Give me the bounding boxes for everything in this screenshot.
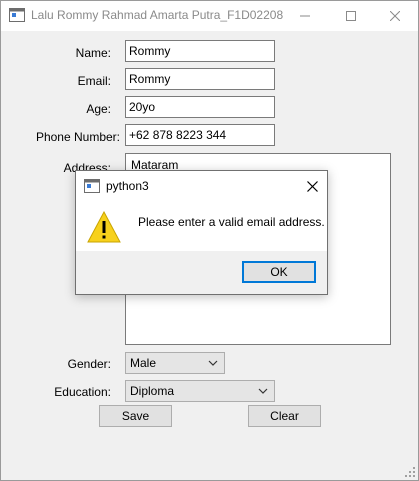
save-button[interactable]: Save	[99, 405, 172, 427]
phone-input[interactable]: +62 878 8223 344	[125, 124, 275, 146]
email-input[interactable]: Rommy	[125, 68, 275, 90]
education-label: Education:	[54, 385, 111, 399]
minimize-icon	[300, 15, 310, 17]
close-icon	[306, 180, 318, 192]
education-select[interactable]: Diploma	[125, 380, 275, 402]
close-button[interactable]	[372, 1, 418, 31]
maximize-button[interactable]	[328, 1, 374, 31]
maximize-icon	[346, 11, 356, 21]
dialog-close-button[interactable]	[297, 171, 327, 201]
chevron-down-icon	[208, 360, 218, 366]
age-label: Age:	[86, 102, 111, 116]
app-icon	[84, 179, 100, 193]
chevron-down-icon	[258, 388, 268, 394]
window-title: Lalu Rommy Rahmad Amarta Putra_F1D02208	[31, 8, 284, 22]
email-label: Email:	[77, 74, 111, 88]
ok-button[interactable]: OK	[242, 261, 316, 283]
gender-label: Gender:	[67, 357, 111, 371]
phone-label: Phone Number:	[35, 130, 120, 144]
clear-button[interactable]: Clear	[248, 405, 321, 427]
resize-grip-icon[interactable]	[404, 466, 416, 478]
dialog-message: Please enter a valid email address.	[138, 215, 325, 229]
warning-icon	[87, 211, 121, 243]
app-icon	[9, 8, 25, 22]
age-input[interactable]: 20yo	[125, 96, 275, 118]
close-icon	[390, 11, 400, 21]
message-dialog: python3 Please enter a valid email addre…	[75, 170, 328, 295]
dialog-title-bar[interactable]: python3	[76, 171, 327, 201]
gender-select-value: Male	[130, 356, 157, 370]
minimize-button[interactable]	[282, 1, 328, 31]
dialog-title: python3	[106, 179, 149, 193]
gender-select[interactable]: Male	[125, 352, 225, 374]
main-window: Lalu Rommy Rahmad Amarta Putra_F1D02208 …	[0, 0, 419, 481]
dialog-body: Please enter a valid email address.	[76, 201, 327, 251]
name-label: Name:	[75, 46, 111, 60]
name-input[interactable]: Rommy	[125, 40, 275, 62]
dialog-footer: OK	[76, 251, 327, 294]
education-select-value: Diploma	[130, 384, 175, 398]
title-bar[interactable]: Lalu Rommy Rahmad Amarta Putra_F1D02208	[1, 1, 418, 31]
